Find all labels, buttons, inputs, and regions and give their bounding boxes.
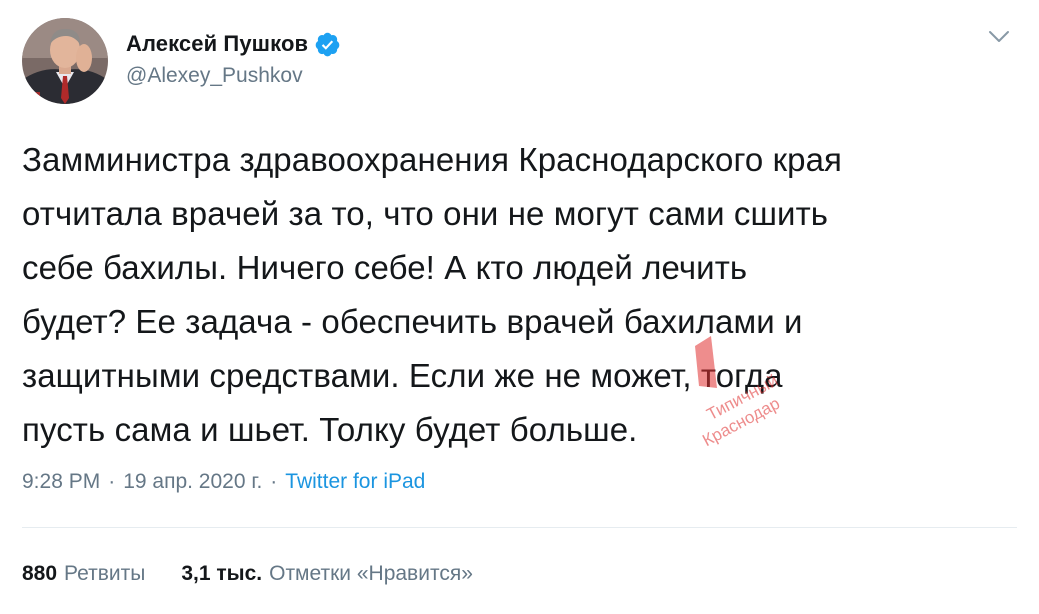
author-block: Алексей Пушков @Alexey_Pushkov xyxy=(126,30,341,88)
meta-separator: · xyxy=(108,470,116,493)
tweet-date[interactable]: 19 апр. 2020 г. xyxy=(123,470,262,494)
likes-count: 3,1 тыс. xyxy=(181,562,263,585)
meta-separator: · xyxy=(270,470,278,493)
tweet-stats: 880 Ретвиты 3,1 тыс. Отметки «Нравится» xyxy=(22,562,473,586)
tweet-time[interactable]: 9:28 PM xyxy=(22,470,100,494)
avatar-photo xyxy=(22,18,108,104)
tweet-card: Алексей Пушков @Alexey_Pushkov Замминист… xyxy=(0,0,1039,614)
tweet-meta: 9:28 PM · 19 апр. 2020 г. · Twitter for … xyxy=(22,470,425,494)
chevron-down-icon[interactable] xyxy=(987,28,1011,46)
name-row: Алексей Пушков xyxy=(126,30,341,58)
retweets-count: 880 xyxy=(22,562,58,585)
tweet-source-link[interactable]: Twitter for iPad xyxy=(285,470,425,494)
avatar[interactable] xyxy=(22,18,108,104)
likes-label: Отметки «Нравится» xyxy=(269,562,473,585)
author-name[interactable]: Алексей Пушков xyxy=(126,31,308,57)
verified-badge-icon xyxy=(314,31,341,58)
divider xyxy=(22,527,1017,528)
tweet-text: Замминистра здравоохранения Краснодарско… xyxy=(22,141,843,448)
likes-stat[interactable]: 3,1 тыс. Отметки «Нравится» xyxy=(181,562,473,586)
author-handle[interactable]: @Alexey_Pushkov xyxy=(126,64,341,88)
retweets-stat[interactable]: 880 Ретвиты xyxy=(22,562,145,586)
retweets-label: Ретвиты xyxy=(64,562,146,585)
